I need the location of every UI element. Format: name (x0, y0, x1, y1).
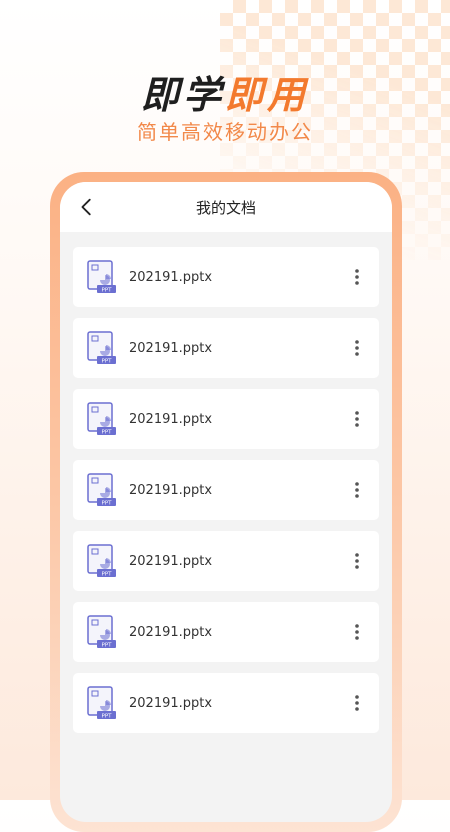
file-type-badge: PPT (102, 358, 113, 364)
file-type-badge: PPT (102, 287, 113, 293)
file-type-badge: PPT (102, 429, 113, 435)
ppt-file-icon: PPT (87, 331, 116, 364)
page-title: 我的文档 (195, 198, 256, 217)
nav-bar: 我的文档 (60, 182, 392, 232)
file-name: 202191.pptx (129, 411, 213, 427)
file-list-item[interactable]: PPT 202191.pptx (73, 318, 379, 378)
more-options-icon[interactable] (347, 267, 367, 287)
file-name: 202191.pptx (129, 553, 213, 569)
file-list-item[interactable]: PPT 202191.pptx (73, 602, 379, 662)
file-name: 202191.pptx (129, 482, 213, 498)
slogan-part-1: 即学 (140, 73, 225, 117)
ppt-file-icon: PPT (87, 615, 116, 648)
back-arrow-icon[interactable] (76, 196, 98, 218)
file-name: 202191.pptx (129, 340, 213, 356)
file-name: 202191.pptx (129, 695, 213, 711)
file-list-item[interactable]: PPT 202191.pptx (73, 247, 379, 307)
more-options-icon[interactable] (347, 338, 367, 358)
more-options-icon[interactable] (347, 551, 367, 571)
ppt-file-icon: PPT (87, 686, 116, 719)
file-type-badge: PPT (102, 500, 113, 506)
ppt-file-icon: PPT (87, 473, 116, 506)
file-type-badge: PPT (102, 642, 113, 648)
phone-screen: 我的文档 PPT 202191.pptx PPT 202191.pptx PPT 2021… (60, 182, 392, 822)
file-type-badge: PPT (102, 713, 113, 719)
file-list: PPT 202191.pptx PPT 202191.pptx PPT 202191.pp… (60, 232, 392, 733)
slogan: 即学即用 (0, 64, 450, 119)
ppt-file-icon: PPT (87, 544, 116, 577)
more-options-icon[interactable] (347, 693, 367, 713)
file-list-item[interactable]: PPT 202191.pptx (73, 531, 379, 591)
file-list-item[interactable]: PPT 202191.pptx (73, 389, 379, 449)
more-options-icon[interactable] (347, 622, 367, 642)
ppt-file-icon: PPT (87, 402, 116, 435)
file-list-item[interactable]: PPT 202191.pptx (73, 673, 379, 733)
file-name: 202191.pptx (129, 624, 213, 640)
file-type-badge: PPT (102, 571, 113, 577)
more-options-icon[interactable] (347, 480, 367, 500)
subtitle: 简单高效移动办公 (137, 120, 313, 144)
file-list-item[interactable]: PPT 202191.pptx (73, 460, 379, 520)
ppt-file-icon: PPT (87, 260, 116, 293)
more-options-icon[interactable] (347, 409, 367, 429)
file-name: 202191.pptx (129, 269, 213, 285)
slogan-part-2: 即用 (225, 73, 310, 117)
